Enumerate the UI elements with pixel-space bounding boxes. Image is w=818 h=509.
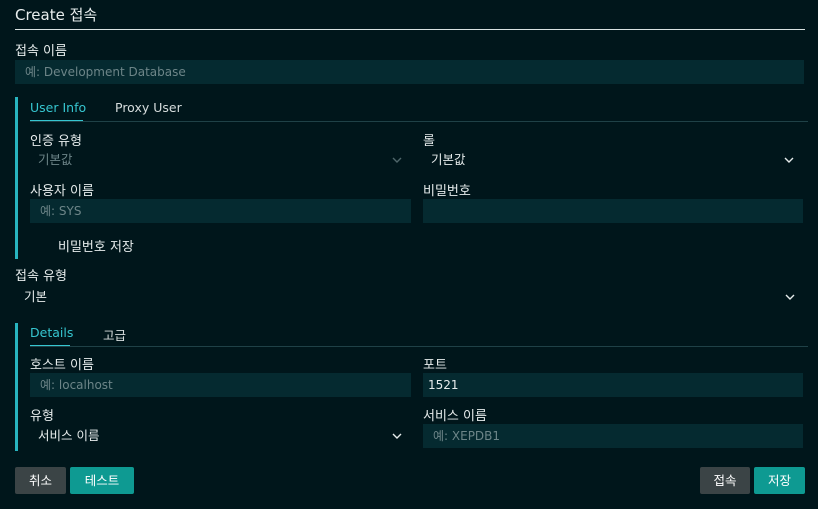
title-divider	[15, 29, 805, 30]
password-input[interactable]	[423, 199, 803, 223]
role-value: 기본값	[431, 152, 466, 167]
tab-proxy-user[interactable]: Proxy User	[115, 100, 182, 115]
username-label: 사용자 이름	[30, 184, 94, 199]
save-password-label[interactable]: 비밀번호 저장	[58, 236, 134, 255]
chevron-down-icon	[785, 294, 795, 300]
auth-tabs-divider	[30, 121, 808, 122]
chevron-down-icon	[784, 157, 794, 163]
host-input[interactable]: 예: localhost	[30, 373, 411, 397]
connection-type-value: 기본	[24, 289, 48, 304]
connection-type-label: 접속 유형	[15, 269, 67, 284]
tab-advanced[interactable]: 고급	[103, 325, 126, 344]
auth-type-value: 기본값	[38, 152, 73, 167]
test-button[interactable]: 테스트	[70, 467, 134, 494]
auth-section-accent	[15, 97, 18, 259]
details-tabs-divider	[30, 346, 808, 347]
connection-type-select[interactable]: 기본	[15, 285, 804, 309]
password-label: 비밀번호	[423, 184, 471, 199]
username-input[interactable]: 예: SYS	[30, 199, 411, 223]
chevron-down-icon	[392, 433, 402, 439]
role-label: 롤	[423, 134, 435, 149]
auth-type-select[interactable]: 기본값	[30, 148, 411, 172]
connection-name-label: 접속 이름	[15, 44, 67, 59]
host-label: 호스트 이름	[30, 358, 94, 373]
port-input[interactable]: 1521	[423, 373, 803, 397]
save-button[interactable]: 저장	[754, 467, 805, 494]
tab-details[interactable]: Details	[30, 325, 73, 340]
type-value: 서비스 이름	[38, 428, 100, 443]
service-name-label: 서비스 이름	[423, 409, 487, 424]
cancel-button[interactable]: 취소	[15, 467, 66, 494]
chevron-down-icon	[392, 157, 402, 163]
connect-button[interactable]: 접속	[700, 467, 750, 494]
type-label: 유형	[30, 409, 54, 424]
dialog-title: Create 접속	[15, 6, 98, 24]
type-select[interactable]: 서비스 이름	[30, 424, 411, 448]
port-label: 포트	[423, 358, 447, 373]
tab-user-info[interactable]: User Info	[30, 100, 86, 115]
details-section-accent	[15, 323, 18, 451]
auth-type-label: 인증 유형	[30, 134, 82, 149]
service-name-input[interactable]: 예: XEPDB1	[423, 424, 803, 448]
role-select[interactable]: 기본값	[423, 148, 803, 172]
connection-name-input[interactable]: 예: Development Database	[15, 60, 804, 84]
